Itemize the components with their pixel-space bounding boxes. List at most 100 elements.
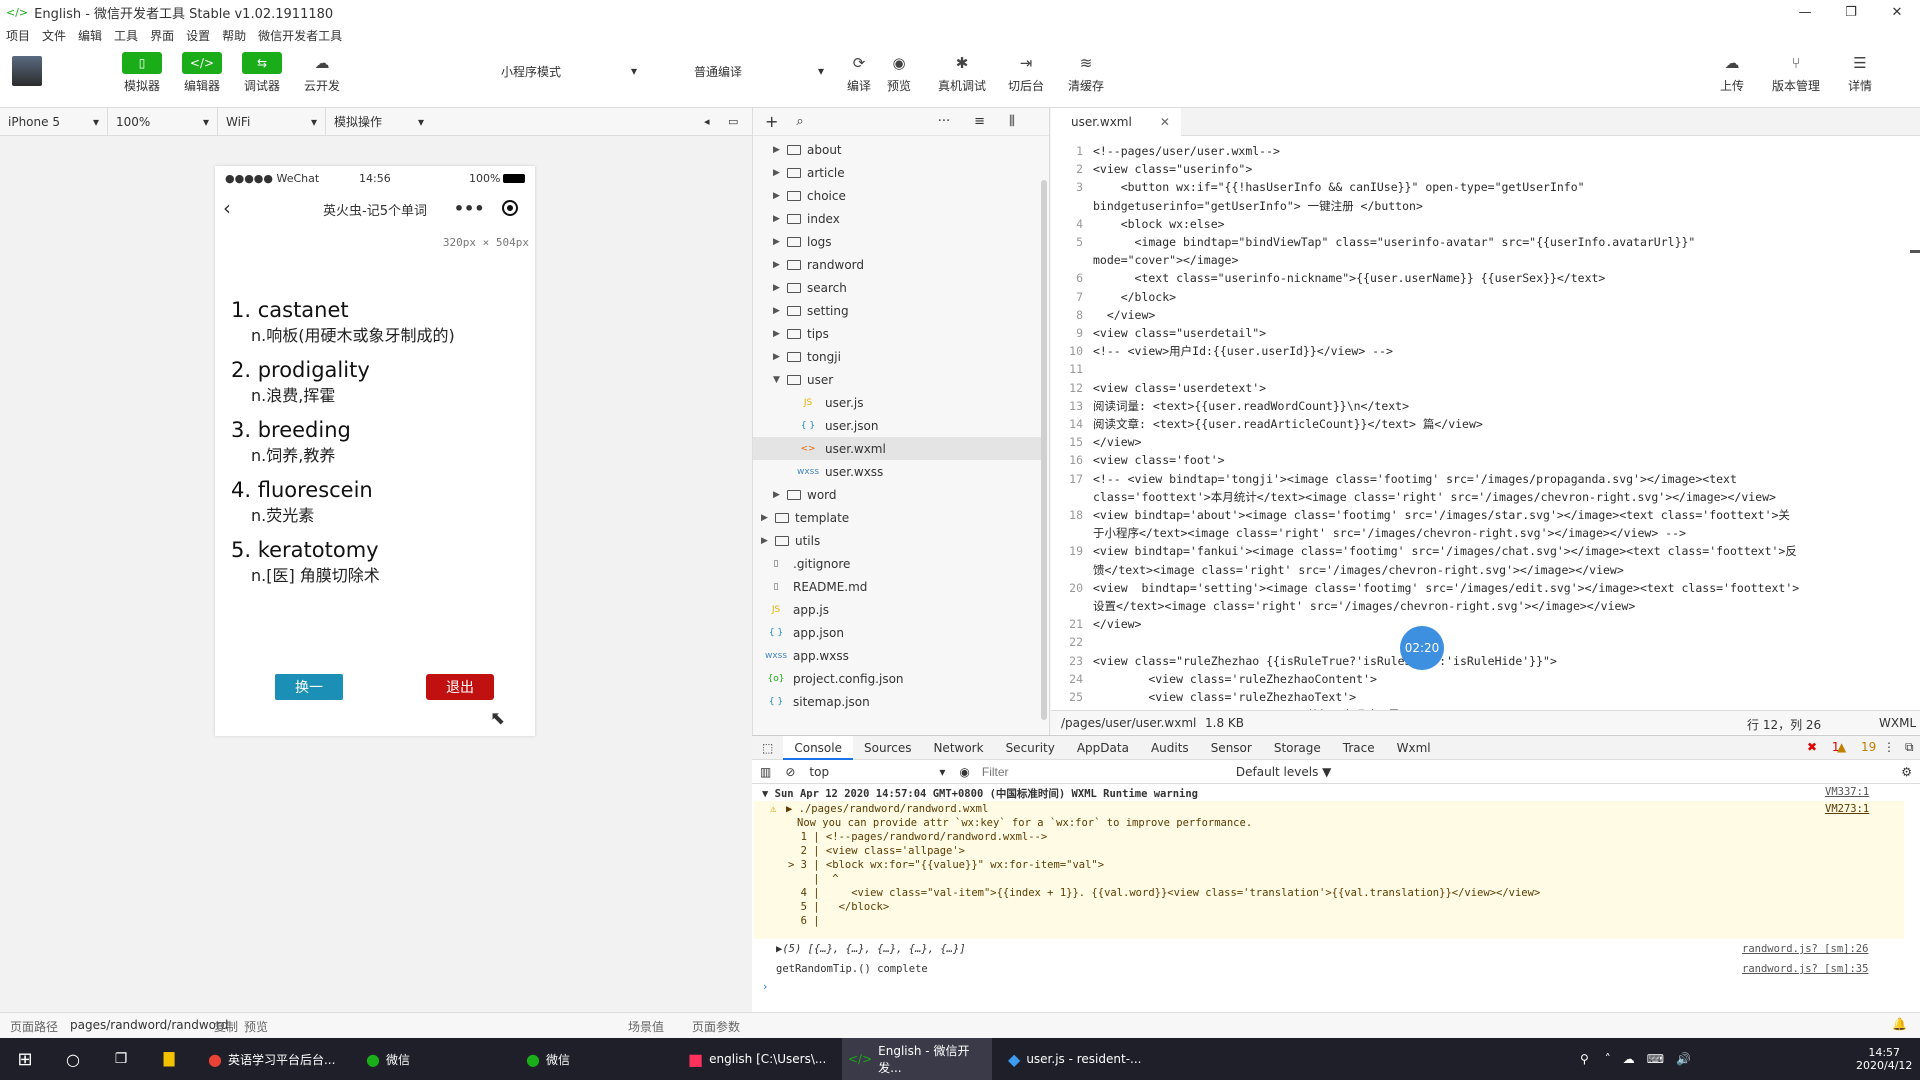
caret-right-icon[interactable]: ▶	[773, 329, 783, 339]
tree-folder[interactable]: ▶ tips	[753, 322, 1043, 345]
caret-right-icon[interactable]: ▶	[761, 513, 771, 523]
details-button[interactable]: ☰ 详情	[1834, 52, 1886, 94]
caret-right-icon[interactable]: ▶	[773, 352, 783, 362]
clock[interactable]: 14:57 2020/4/12	[1856, 1038, 1912, 1080]
caret-right-icon[interactable]: ▶	[773, 145, 783, 155]
menu-tools[interactable]: 工具	[108, 27, 144, 44]
close-circle-icon[interactable]	[502, 200, 519, 216]
undock-icon[interactable]: ⧉	[1894, 740, 1920, 755]
tab-appdata[interactable]: AppData	[1066, 741, 1140, 755]
menu-view[interactable]: 界面	[144, 27, 180, 44]
more-icon[interactable]: •••	[454, 199, 485, 218]
caret-right-icon[interactable]: ▶	[773, 260, 783, 270]
mode-select[interactable]: 小程序模式 ▾	[495, 60, 643, 82]
menu-project[interactable]: 项目	[0, 27, 36, 44]
search-icon[interactable]: ⌕	[796, 114, 803, 129]
taskbar-item-vscode[interactable]: ◆ user.js - resident-...	[1002, 1038, 1152, 1080]
avatar[interactable]	[12, 56, 42, 86]
background-button[interactable]: ⇥ 切后台	[1000, 52, 1052, 94]
tab-network[interactable]: Network	[922, 741, 994, 755]
tree-folder[interactable]: ▶ choice	[753, 184, 1043, 207]
collapse-icon[interactable]: ≡	[974, 114, 985, 129]
tab-wxml[interactable]: Wxml	[1386, 741, 1442, 755]
warning-source-link[interactable]: VM273:1	[1825, 803, 1869, 815]
tree-file[interactable]: { } user.json	[753, 414, 1043, 437]
language-mode[interactable]: WXML	[1879, 716, 1916, 730]
copy-link[interactable]: 复制	[214, 1018, 238, 1035]
tab-trace[interactable]: Trace	[1332, 741, 1386, 755]
tree-folder[interactable]: ▶ search	[753, 276, 1043, 299]
caret-right-icon[interactable]: ▶	[773, 168, 783, 178]
console-filter-input[interactable]	[981, 762, 1232, 781]
tree-folder[interactable]: ▶ utils	[753, 529, 1043, 552]
tab-user-wxml[interactable]: user.wxml ✕	[1051, 108, 1181, 136]
complete-log-source[interactable]: randword.js? [sm]:35	[1742, 963, 1868, 975]
tree-file[interactable]: <> user.wxml	[753, 437, 1043, 460]
editor-button[interactable]: </> 编辑器	[176, 52, 228, 94]
tree-folder[interactable]: ▶ randword	[753, 253, 1043, 276]
levels-select[interactable]: Default levels ▼	[1236, 765, 1332, 779]
tray-icons[interactable]: ⚲ ˄ ☁ ⌨ 🔊	[1580, 1038, 1691, 1080]
split-icon[interactable]: ⫼	[1009, 114, 1015, 129]
taskbar-item-devtools[interactable]: </> English - 微信开发...	[842, 1038, 992, 1080]
real-debug-button[interactable]: ✱ 真机调试	[936, 52, 988, 94]
array-log[interactable]: ▶(5) [{…}, {…}, {…}, {…}, {…}]	[776, 943, 966, 955]
network-select[interactable]: WiFi ▾	[218, 107, 326, 136]
scrollbar[interactable]	[1041, 180, 1047, 720]
exit-button[interactable]: 退出	[426, 674, 494, 700]
tree-file[interactable]: { } sitemap.json	[753, 690, 1043, 713]
cloud-button[interactable]: ☁ 云开发	[296, 52, 348, 94]
operation-select[interactable]: 模拟操作 ▾	[326, 108, 432, 136]
tab-sources[interactable]: Sources	[853, 741, 922, 755]
tree-folder[interactable]: ▶ setting	[753, 299, 1043, 322]
tree-folder[interactable]: ▶ index	[753, 207, 1043, 230]
page-params[interactable]: 页面参数	[692, 1018, 740, 1035]
tab-console[interactable]: Console	[783, 735, 853, 760]
tree-folder[interactable]: ▶ article	[753, 161, 1043, 184]
more-icon[interactable]: ···	[938, 114, 950, 129]
cursor-position[interactable]: 行 12，列 26	[1747, 716, 1821, 733]
tree-folder[interactable]: ▶ logs	[753, 230, 1043, 253]
folder-icon[interactable]: ▇	[154, 1038, 184, 1080]
back-icon[interactable]: ‹	[223, 196, 231, 220]
menu-settings[interactable]: 设置	[180, 27, 216, 44]
console-prompt[interactable]: ›	[762, 981, 768, 993]
add-icon[interactable]: +	[765, 112, 778, 131]
tree-folder[interactable]: ▶ word	[753, 483, 1043, 506]
tree-file[interactable]: ▯ .gitignore	[753, 552, 1043, 575]
capsule-menu[interactable]: •••	[445, 194, 527, 222]
caret-right-icon[interactable]: ▶	[773, 237, 783, 247]
tree-folder[interactable]: ▼ user	[753, 368, 1043, 391]
tab-sensor[interactable]: Sensor	[1200, 741, 1263, 755]
taskbar-item-chrome[interactable]: ● 英语学习平台后台...	[202, 1038, 346, 1080]
gear-icon[interactable]: ⚙	[1901, 765, 1912, 779]
tab-security[interactable]: Security	[995, 741, 1066, 755]
tab-audits[interactable]: Audits	[1140, 741, 1200, 755]
tree-file[interactable]: { } app.json	[753, 621, 1043, 644]
close-icon[interactable]: ✕	[1160, 115, 1170, 129]
tree-file[interactable]: wxss app.wxss	[753, 644, 1043, 667]
caret-right-icon[interactable]: ▶	[773, 490, 783, 500]
windows-start-icon[interactable]: ⊞	[10, 1038, 40, 1080]
task-view-icon[interactable]: ❐	[106, 1038, 136, 1080]
inspect-icon[interactable]: ⬚	[752, 741, 783, 755]
clear-cache-button[interactable]: ≋ 清缓存	[1060, 52, 1112, 94]
scene-value[interactable]: 场景值	[628, 1018, 664, 1035]
clear-console-icon[interactable]: ⊘	[785, 765, 795, 779]
debugger-button[interactable]: ⇆ 调试器	[236, 52, 288, 94]
search-circle-icon[interactable]: ○	[58, 1038, 88, 1080]
log-source-link[interactable]: VM337:1	[1825, 786, 1869, 798]
caret-right-icon[interactable]: ▶	[773, 191, 783, 201]
upload-button[interactable]: ☁ 上传	[1706, 52, 1758, 94]
sidebar-toggle-icon[interactable]: ▥	[760, 765, 771, 779]
taskbar-item-wechat-1[interactable]: ● 微信	[360, 1038, 510, 1080]
bell-icon[interactable]: 🔔	[1892, 1017, 1907, 1031]
tab-storage[interactable]: Storage	[1263, 741, 1332, 755]
close-window-button[interactable]: ✕	[1874, 0, 1920, 24]
caret-right-icon[interactable]: ▶	[773, 283, 783, 293]
compile-mode-select[interactable]: 普通编译 ▾	[688, 60, 830, 82]
tree-folder[interactable]: ▶ tongji	[753, 345, 1043, 368]
screen-icon[interactable]: ▭	[728, 115, 738, 128]
eye-icon[interactable]: ◉	[959, 765, 969, 779]
tree-folder[interactable]: ▶ about	[753, 138, 1043, 161]
